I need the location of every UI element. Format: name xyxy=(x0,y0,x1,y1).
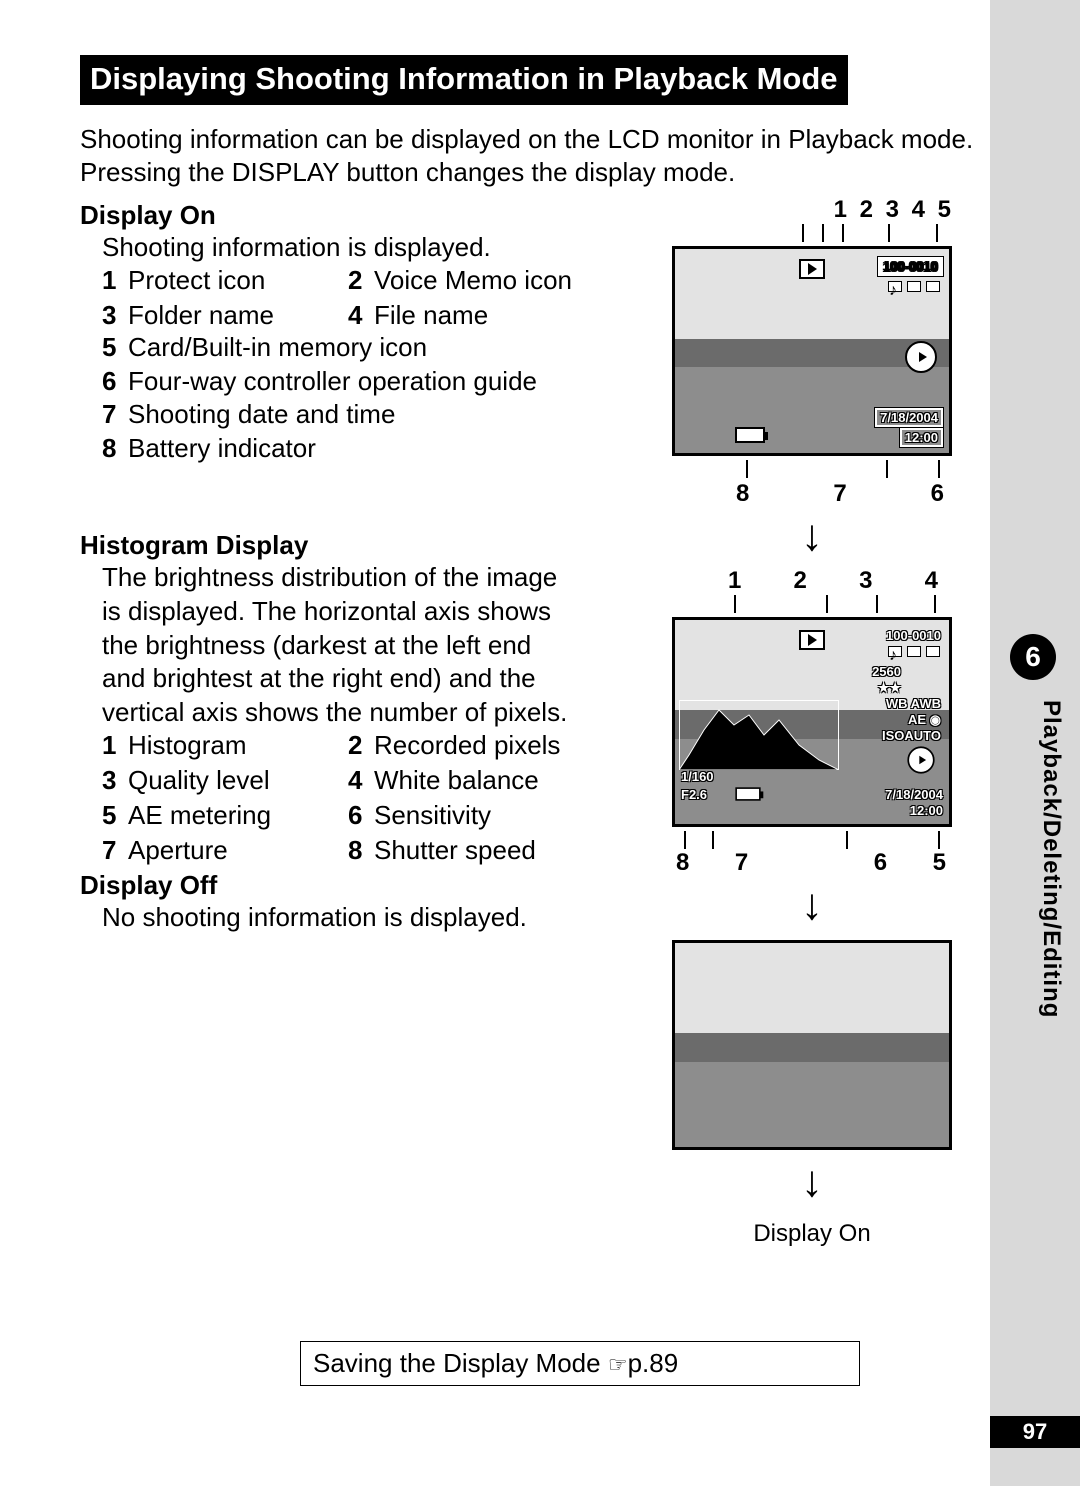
legend-item: File name xyxy=(374,300,594,331)
memo-protect-card-icons: ♪ xyxy=(887,646,941,657)
figure-stack: 1 2 3 4 5 100-0010 ♪ 7/18/2004 12:00 xyxy=(664,196,960,1248)
chapter-title-vertical: Playback/Deleting/Editing xyxy=(1037,700,1065,1018)
page-number: 97 xyxy=(990,1416,1080,1448)
card-icon xyxy=(926,281,940,292)
folder-file-label: 100-0010 xyxy=(878,257,943,276)
histogram-graph xyxy=(679,700,839,770)
shutter-label: 1/160 xyxy=(681,769,714,784)
iso-row: ISOAUTO xyxy=(882,728,941,743)
arrow-down-icon: ↓ xyxy=(801,1164,823,1199)
legend-item: Folder name xyxy=(128,300,348,331)
pixels-label: 2560 xyxy=(872,664,901,679)
card-icon xyxy=(926,646,940,657)
time-label: 12:00 xyxy=(900,428,943,447)
playback-icon xyxy=(799,259,825,279)
protect-icon xyxy=(907,281,921,292)
legend-item: Shutter speed xyxy=(374,835,594,866)
battery-icon xyxy=(735,427,765,443)
legend-item: Aperture xyxy=(128,835,348,866)
ae-row: AE ◉ xyxy=(908,712,941,728)
callouts-top-1: 1 2 3 4 5 xyxy=(834,196,960,224)
legend-item: Recorded pixels xyxy=(374,730,594,761)
callouts-top-2: 1 2 3 4 xyxy=(672,567,952,595)
lcd-display-on: 100-0010 ♪ 7/18/2004 12:00 xyxy=(672,246,952,456)
arrow-down-icon: ↓ xyxy=(801,887,823,922)
playback-icon xyxy=(799,630,825,650)
cycle-back-label: Display On xyxy=(753,1220,870,1248)
callouts-bot-1: 8 7 6 xyxy=(672,478,952,508)
legend-item: Protect icon xyxy=(128,265,348,296)
side-tab xyxy=(990,0,1080,1486)
fourway-guide-icon xyxy=(907,747,934,774)
wb-row: WB AWB xyxy=(886,696,941,711)
voice-memo-icon: ♪ xyxy=(888,646,902,657)
folder-file-label: 100-0010 xyxy=(886,628,941,643)
date-label: 7/18/2004 xyxy=(885,787,943,802)
legend-item: Voice Memo icon xyxy=(374,265,594,296)
legend-item: AE metering xyxy=(128,800,348,831)
arrow-down-icon: ↓ xyxy=(801,518,823,553)
battery-icon xyxy=(735,787,761,801)
aperture-label: F2.6 xyxy=(681,787,707,802)
legend-item: Quality level xyxy=(128,765,348,796)
lcd-display-off xyxy=(672,940,952,1150)
memo-protect-card-icons: ♪ xyxy=(887,281,941,292)
page-title: Displaying Shooting Information in Playb… xyxy=(80,55,848,105)
time-label: 12:00 xyxy=(910,803,943,818)
histogram-desc: The brightness distribution of the image… xyxy=(80,561,580,730)
date-label: 7/18/2004 xyxy=(875,408,943,427)
lcd-histogram: 100-0010 ♪ 2560 ★★ WB AWB AE ◉ ISOAUTO 1… xyxy=(672,617,952,827)
cross-reference-box: Saving the Display Mode ☞p.89 xyxy=(300,1341,860,1386)
intro-paragraph: Shooting information can be displayed on… xyxy=(80,123,980,188)
pointer-icon: ☞ xyxy=(608,1352,628,1378)
legend-item: Sensitivity xyxy=(374,800,594,831)
voice-memo-icon: ♪ xyxy=(888,281,902,292)
quality-stars: ★★ xyxy=(878,680,901,696)
chapter-number-badge: 6 xyxy=(1010,634,1056,680)
legend-item: White balance xyxy=(374,765,594,796)
callouts-bot-2: 8 7 6 5 xyxy=(672,849,952,877)
fourway-guide-icon xyxy=(905,341,937,373)
protect-icon xyxy=(907,646,921,657)
legend-item: Histogram xyxy=(128,730,348,761)
